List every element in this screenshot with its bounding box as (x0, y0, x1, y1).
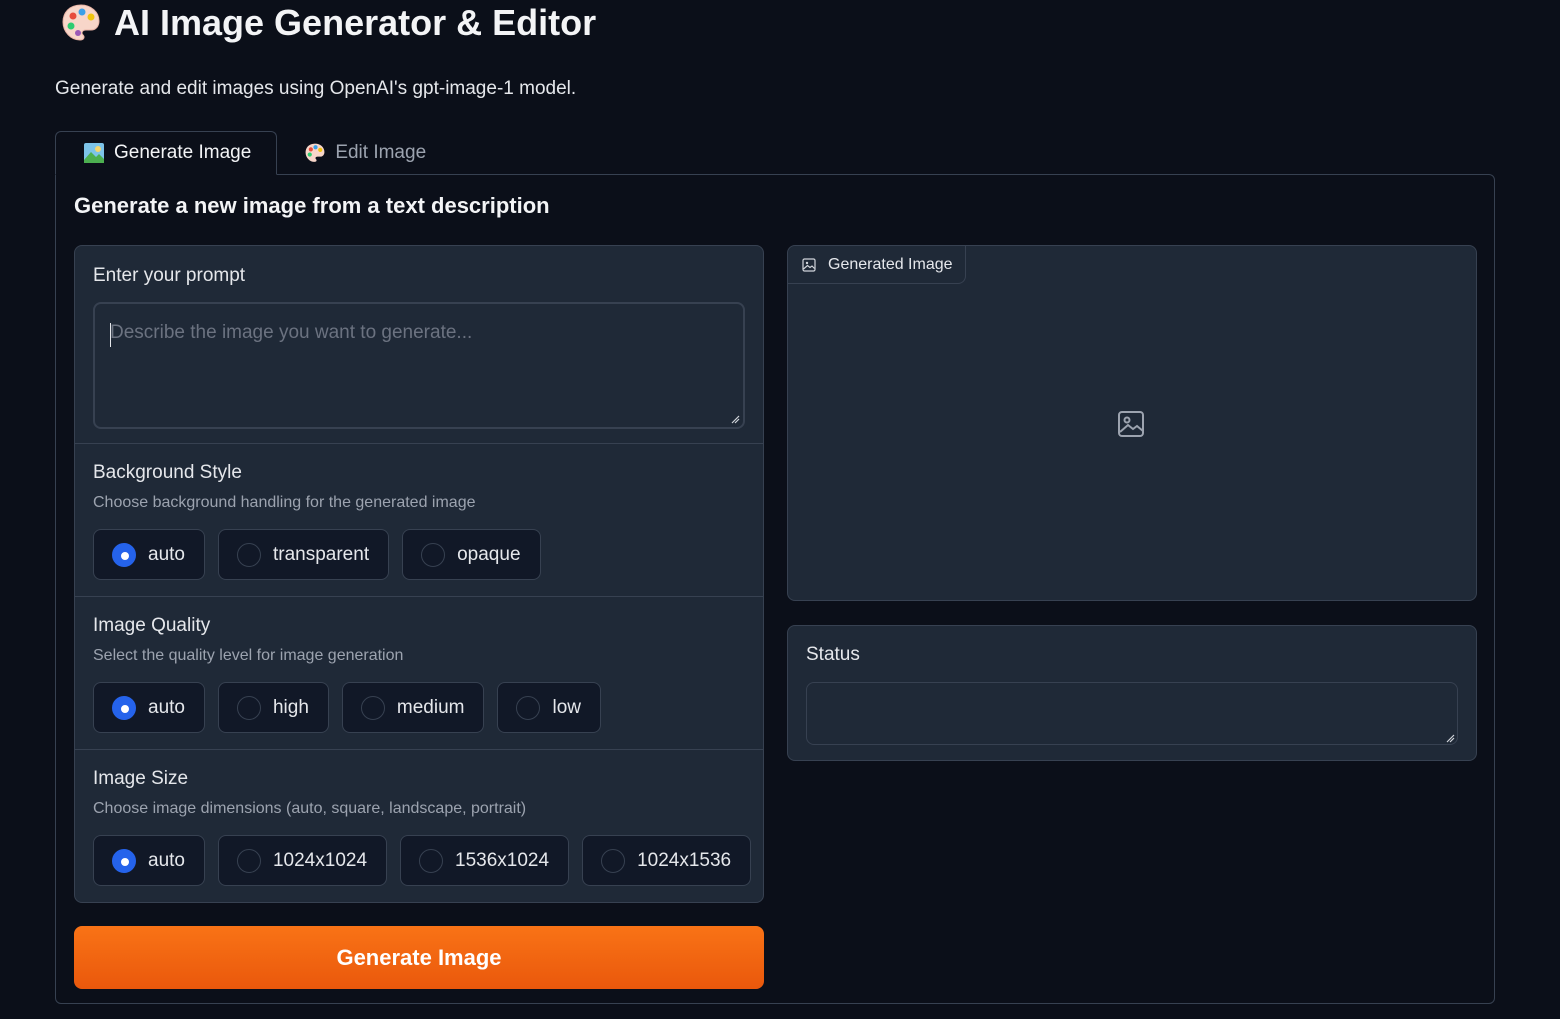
app-title: AI Image Generator & Editor (60, 2, 596, 44)
radio-label: opaque (457, 543, 521, 565)
prompt-label: Enter your prompt (93, 265, 246, 286)
image-size-info: Choose image dimensions (auto, square, l… (93, 800, 527, 817)
radio-dot (601, 848, 626, 873)
radio-background-auto[interactable]: auto (93, 529, 205, 580)
radio-label: auto (148, 696, 185, 718)
generated-image-label: Generated Image (788, 246, 966, 284)
background-style-block: Background Style Choose background handl… (75, 444, 763, 597)
radio-quality-medium[interactable]: medium (341, 682, 485, 733)
resize-handle-icon[interactable] (1446, 734, 1455, 743)
radio-label: high (272, 696, 309, 718)
section-heading: Generate a new image from a text descrip… (74, 193, 550, 218)
tab-generate-image[interactable]: Generate Image (55, 131, 278, 175)
tab-generate-image-label: Generate Image (114, 142, 252, 163)
radio-dot (516, 695, 541, 720)
status-output[interactable] (806, 682, 1458, 745)
radio-label: 1024x1024 (272, 849, 368, 871)
tab-edit-image[interactable]: Edit Image (277, 131, 451, 175)
generate-tab-panel: Generate a new image from a text descrip… (55, 174, 1495, 1004)
background-style-radio-group: auto transparent opaque (93, 529, 541, 580)
tab-bar: Generate Image Edit Image (55, 131, 451, 175)
status-label: Status (806, 644, 860, 665)
app-subtitle: Generate and edit images using OpenAI's … (55, 78, 577, 99)
prompt-input[interactable]: Describe the image you want to generate.… (93, 302, 745, 429)
palette-icon (62, 4, 100, 41)
background-style-label: Background Style (93, 462, 242, 483)
radio-size-1536x1024[interactable]: 1536x1024 (400, 835, 570, 886)
picture-icon (84, 143, 104, 163)
radio-quality-auto[interactable]: auto (93, 682, 205, 733)
radio-dot (112, 542, 136, 567)
settings-form: Enter your prompt Describe the image you… (74, 245, 764, 903)
radio-background-transparent[interactable]: transparent (217, 529, 390, 580)
palette-icon (305, 143, 325, 162)
generated-image-label-text: Generated Image (828, 255, 953, 273)
radio-dot (112, 848, 136, 873)
radio-label: transparent (272, 543, 370, 565)
image-icon (802, 257, 816, 272)
radio-label: auto (148, 543, 185, 565)
radio-dot (236, 848, 261, 873)
image-size-label: Image Size (93, 768, 189, 789)
radio-size-1024x1536[interactable]: 1024x1536 (582, 835, 752, 886)
radio-label: 1024x1536 (637, 849, 732, 871)
radio-label: medium (396, 696, 465, 718)
image-size-radio-group: auto 1024x1024 1536x1024 1024x1536 (93, 835, 752, 886)
prompt-placeholder: Describe the image you want to generate.… (110, 322, 473, 343)
image-quality-info: Select the quality level for image gener… (93, 647, 404, 664)
radio-dot (360, 695, 385, 720)
prompt-block: Enter your prompt Describe the image you… (75, 246, 763, 444)
radio-dot (112, 695, 136, 720)
image-quality-radio-group: auto high medium low (93, 682, 601, 733)
radio-dot (419, 848, 444, 873)
status-panel: Status (787, 625, 1477, 761)
image-placeholder-icon (1118, 411, 1144, 437)
image-size-block: Image Size Choose image dimensions (auto… (75, 750, 763, 902)
image-quality-label: Image Quality (93, 615, 211, 636)
radio-label: auto (148, 849, 185, 871)
radio-label: 1536x1024 (455, 849, 550, 871)
radio-size-auto[interactable]: auto (93, 835, 205, 886)
radio-dot (236, 542, 261, 567)
radio-quality-high[interactable]: high (217, 682, 329, 733)
radio-quality-low[interactable]: low (497, 682, 601, 733)
radio-background-opaque[interactable]: opaque (402, 529, 541, 580)
resize-handle-icon[interactable] (731, 415, 740, 424)
radio-label: low (552, 696, 581, 718)
app-title-text: AI Image Generator & Editor (114, 2, 597, 43)
generate-image-button[interactable]: Generate Image (74, 926, 764, 989)
radio-size-1024x1024[interactable]: 1024x1024 (217, 835, 388, 886)
radio-dot (421, 542, 446, 567)
image-quality-block: Image Quality Select the quality level f… (75, 597, 763, 750)
generated-image-panel: Generated Image (787, 245, 1477, 601)
background-style-info: Choose background handling for the gener… (93, 494, 476, 511)
tab-edit-image-label: Edit Image (335, 142, 427, 163)
radio-dot (236, 695, 261, 720)
